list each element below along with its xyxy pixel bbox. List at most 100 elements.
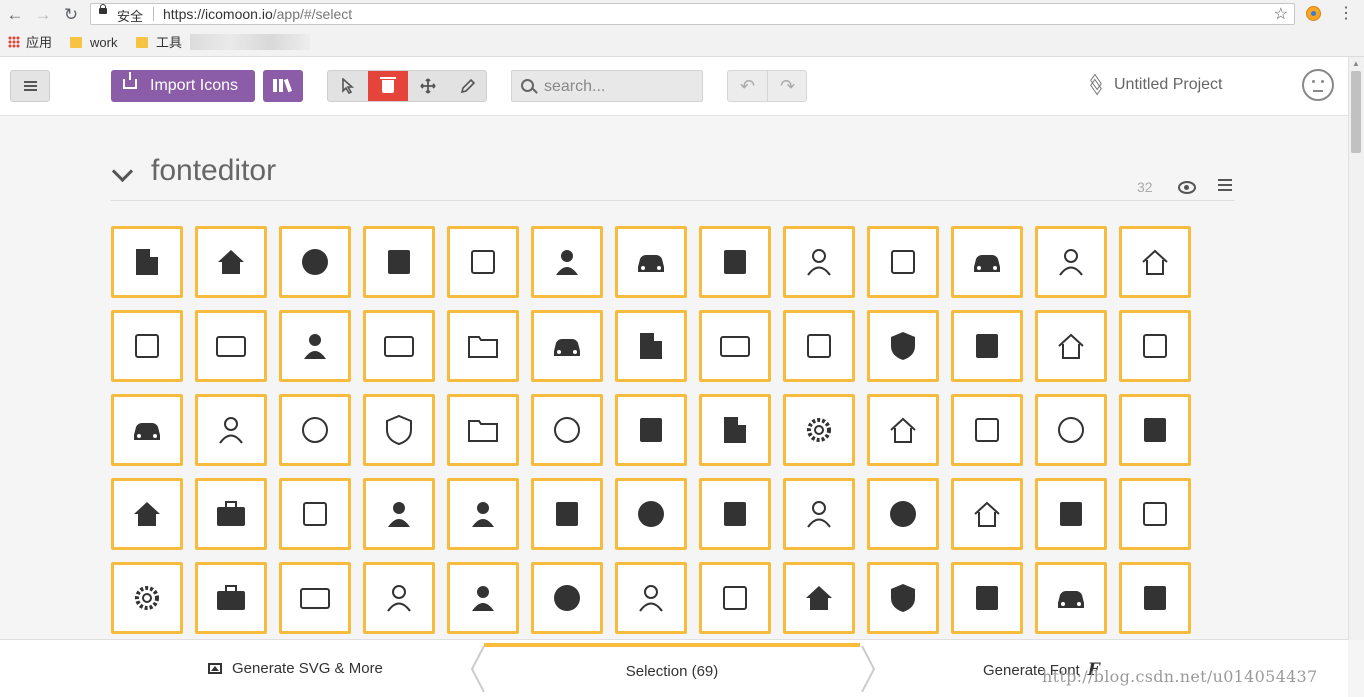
icon-tile[interactable] (783, 562, 855, 634)
edit-tool-button[interactable] (448, 71, 486, 101)
icon-tile[interactable] (279, 478, 351, 550)
scroll-up-icon[interactable]: ▲ (1352, 59, 1360, 68)
generate-svg-button[interactable]: Generate SVG & More (208, 660, 383, 677)
icon-tile[interactable] (531, 310, 603, 382)
page-scrollbar[interactable]: ▲ (1348, 57, 1364, 640)
forward-arrow-icon[interactable]: → (32, 4, 54, 26)
layers-icon (1090, 78, 1102, 90)
icon-tile[interactable] (783, 478, 855, 550)
icon-tile[interactable] (1119, 478, 1191, 550)
icon-tile[interactable] (951, 226, 1023, 298)
icon-tile[interactable] (279, 394, 351, 466)
delete-tool-button[interactable] (368, 71, 408, 101)
extension-icon[interactable] (1306, 6, 1321, 21)
redo-button[interactable]: ↷ (767, 71, 807, 101)
project-selector[interactable]: Untitled Project (1090, 76, 1223, 94)
icon-tile[interactable] (195, 394, 267, 466)
icon-tile[interactable] (951, 310, 1023, 382)
icon-tile[interactable] (111, 478, 183, 550)
icon-tile[interactable] (363, 562, 435, 634)
icon-tile[interactable] (615, 394, 687, 466)
icon-tile[interactable] (531, 394, 603, 466)
icon-tile[interactable] (279, 562, 351, 634)
icon-tile[interactable] (867, 310, 939, 382)
icon-tile[interactable] (531, 562, 603, 634)
icon-tile[interactable] (1035, 310, 1107, 382)
visibility-eye-icon[interactable] (1178, 181, 1196, 194)
icon-tile[interactable] (447, 310, 519, 382)
icon-tile[interactable] (615, 226, 687, 298)
icon-tile[interactable] (363, 310, 435, 382)
icon-tile[interactable] (1035, 394, 1107, 466)
icon-tile[interactable] (699, 310, 771, 382)
bookmark-apps[interactable]: 应用 (8, 35, 52, 51)
icon-tile[interactable] (783, 394, 855, 466)
icon-tile[interactable] (699, 478, 771, 550)
icon-tile[interactable] (1035, 478, 1107, 550)
scrollbar-thumb[interactable] (1351, 71, 1361, 153)
icon-tile[interactable] (699, 226, 771, 298)
icon-tile[interactable] (951, 478, 1023, 550)
icon-tile[interactable] (279, 226, 351, 298)
icon-tile[interactable] (447, 226, 519, 298)
search-input[interactable] (542, 76, 696, 98)
icon-tile[interactable] (111, 226, 183, 298)
set-menu-icon[interactable] (1218, 179, 1232, 194)
icon-tile[interactable] (867, 226, 939, 298)
icon-tile[interactable] (951, 394, 1023, 466)
bank-icon (218, 250, 244, 274)
icon-tile[interactable] (111, 394, 183, 466)
selection-tab[interactable]: Selection (69) (484, 643, 860, 697)
icon-tile[interactable] (615, 562, 687, 634)
icon-tile[interactable] (699, 394, 771, 466)
collapse-chevron-icon[interactable] (111, 160, 134, 183)
briefcase-icon (217, 585, 245, 610)
icon-tile[interactable] (615, 310, 687, 382)
icon-tile[interactable] (363, 394, 435, 466)
reload-icon[interactable]: ↻ (60, 4, 82, 26)
bookmark-tools[interactable]: 工具 (136, 35, 182, 51)
browser-menu-icon[interactable]: ⋮ (1338, 3, 1354, 25)
icon-tile[interactable] (951, 562, 1023, 634)
icon-tile[interactable] (1119, 562, 1191, 634)
icon-tile[interactable] (783, 226, 855, 298)
icon-tile[interactable] (447, 394, 519, 466)
icon-tile[interactable] (111, 562, 183, 634)
icon-tile[interactable] (867, 562, 939, 634)
bookmark-work[interactable]: work (70, 35, 117, 51)
icon-tile[interactable] (447, 478, 519, 550)
import-icons-button[interactable]: Import Icons (111, 70, 255, 102)
back-arrow-icon[interactable]: ← (4, 4, 26, 26)
select-tool-button[interactable] (328, 71, 368, 101)
icon-tile[interactable] (195, 226, 267, 298)
icon-library-button[interactable] (263, 70, 303, 102)
icon-tile[interactable] (867, 394, 939, 466)
icon-tile[interactable] (1119, 310, 1191, 382)
icon-tile[interactable] (363, 478, 435, 550)
icon-tile[interactable] (1119, 394, 1191, 466)
icon-tile[interactable] (363, 226, 435, 298)
bookmark-star-icon[interactable]: ☆ (1274, 4, 1288, 24)
icon-tile[interactable] (1035, 226, 1107, 298)
icon-tile[interactable] (783, 310, 855, 382)
icon-tile[interactable] (279, 310, 351, 382)
icon-tile[interactable] (867, 478, 939, 550)
icon-tile[interactable] (531, 478, 603, 550)
icon-tile[interactable] (111, 310, 183, 382)
redo-icon: ↷ (779, 76, 796, 96)
icon-tile[interactable] (1035, 562, 1107, 634)
main-menu-button[interactable] (10, 70, 50, 102)
icon-tile[interactable] (699, 562, 771, 634)
icon-tile[interactable] (615, 478, 687, 550)
wallet-box-icon (471, 250, 495, 274)
icon-tile[interactable] (447, 562, 519, 634)
move-tool-button[interactable] (408, 71, 448, 101)
icon-tile[interactable] (531, 226, 603, 298)
url-field[interactable]: 安全 https://icomoon.io/app/#/select ☆ (90, 3, 1295, 25)
icon-tile[interactable] (195, 562, 267, 634)
undo-button[interactable]: ↶ (728, 71, 767, 101)
user-avatar-icon[interactable] (1302, 69, 1334, 101)
icon-tile[interactable] (195, 310, 267, 382)
icon-tile[interactable] (1119, 226, 1191, 298)
icon-tile[interactable] (195, 478, 267, 550)
